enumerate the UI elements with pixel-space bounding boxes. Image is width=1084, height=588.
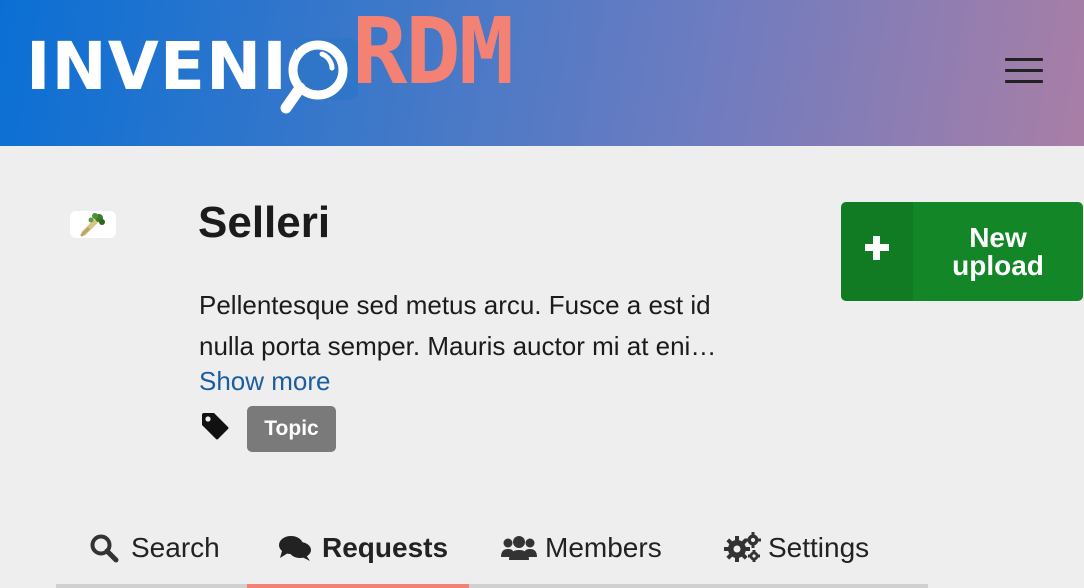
active-tab-indicator [247, 584, 469, 588]
tab-members-label: Members [545, 532, 662, 563]
tab-search-label: Search [131, 532, 220, 563]
tabs-underline [56, 584, 928, 588]
plus-icon [865, 236, 889, 260]
top-navbar: INVENIO RDM [0, 0, 1084, 146]
logo-text-rdm: RDM [352, 0, 514, 105]
tab-settings[interactable]: Settings [724, 520, 874, 584]
topic-badge[interactable]: Topic [247, 406, 336, 452]
show-more-link[interactable]: Show more [199, 366, 331, 397]
tab-members[interactable]: Members [500, 520, 665, 584]
hamburger-menu-icon[interactable] [1005, 58, 1043, 86]
tab-settings-label: Settings [768, 532, 870, 563]
users-icon [501, 536, 537, 560]
search-icon [90, 534, 119, 563]
community-title: Selleri [198, 198, 331, 247]
tab-search[interactable]: Search [89, 520, 224, 584]
community-avatar [70, 211, 116, 238]
new-upload-label: New upload [952, 222, 1044, 281]
new-upload-icon-box [841, 202, 913, 301]
tab-requests[interactable]: Requests [278, 520, 448, 584]
community-description: Pellentesque sed metus arcu. Fusce a est… [199, 290, 717, 361]
tag-icon [202, 413, 229, 440]
gears-icon [724, 532, 761, 562]
community-tabs: Search Requests Members Settings [56, 520, 928, 588]
tab-requests-label: Requests [322, 532, 449, 563]
new-upload-button[interactable]: New upload [841, 202, 1083, 301]
celery-icon [80, 213, 105, 237]
magnifying-glass-logo-icon [280, 38, 358, 114]
comments-icon [279, 536, 311, 561]
